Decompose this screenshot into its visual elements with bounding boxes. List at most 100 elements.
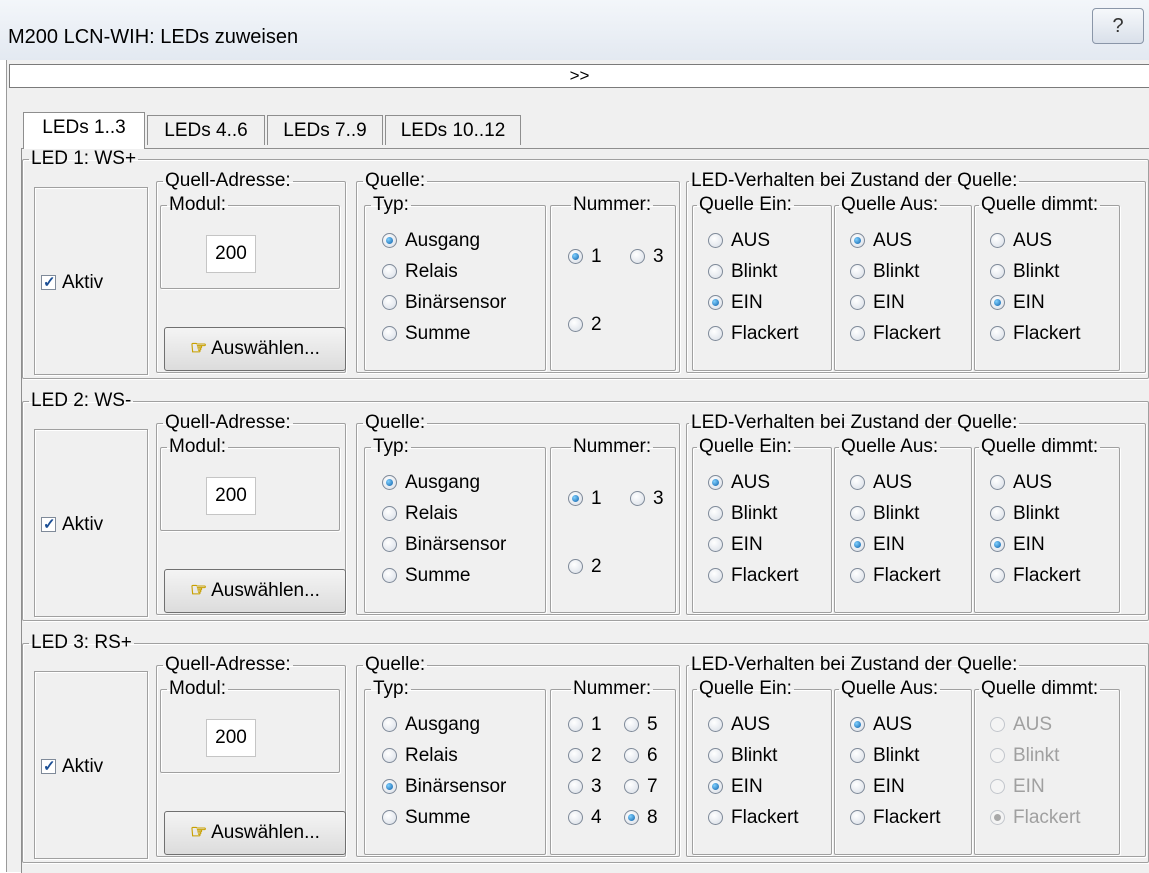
nummer-option[interactable]: 2 xyxy=(568,313,602,337)
behavior-option-label: EIN xyxy=(1013,534,1045,555)
quelle-aus-option[interactable]: AUS xyxy=(850,713,912,737)
radio-icon xyxy=(708,295,723,310)
typ-option[interactable]: Binärsensor xyxy=(382,775,506,799)
quelle-aus-option[interactable]: Flackert xyxy=(850,806,941,830)
typ-option[interactable]: Relais xyxy=(382,744,458,768)
aktiv-checkbox[interactable]: Aktiv xyxy=(41,756,103,778)
quelle-dimmt-label: Quelle dimmt: xyxy=(981,194,1099,215)
quelle-ein-option[interactable]: EIN xyxy=(708,533,763,557)
auswaehlen-button[interactable]: ☞ Auswählen... xyxy=(164,327,346,371)
quelle-dimmt-option[interactable]: AUS xyxy=(990,471,1052,495)
nummer-option[interactable]: 3 xyxy=(630,487,664,511)
behavior-option-label: EIN xyxy=(873,534,905,555)
tab-leds-7-9[interactable]: LEDs 7..9 xyxy=(267,115,383,145)
aktiv-checkbox[interactable]: Aktiv xyxy=(41,514,103,536)
typ-option[interactable]: Ausgang xyxy=(382,713,480,737)
quelle-ein-option[interactable]: EIN xyxy=(708,775,763,799)
radio-icon xyxy=(624,717,639,732)
quelle-aus-option[interactable]: EIN xyxy=(850,291,905,315)
nummer-option[interactable]: 1 xyxy=(568,487,602,511)
quelle-ein-option[interactable]: Blinkt xyxy=(708,744,777,768)
quelle-aus-option[interactable]: Blinkt xyxy=(850,260,919,284)
typ-option-label: Ausgang xyxy=(405,230,481,251)
quelle-aus-option[interactable]: EIN xyxy=(850,533,905,557)
typ-option[interactable]: Relais xyxy=(382,260,458,284)
pointing-hand-icon: ☞ xyxy=(190,822,208,843)
behavior-option-label: Blinkt xyxy=(873,503,920,524)
radio-icon xyxy=(850,295,865,310)
quelle-aus-option[interactable]: AUS xyxy=(850,471,912,495)
auswaehlen-button[interactable]: ☞ Auswählen... xyxy=(164,811,346,855)
nummer-option[interactable]: 3 xyxy=(568,775,602,799)
quelle-ein-option[interactable]: Blinkt xyxy=(708,502,777,526)
typ-option[interactable]: Ausgang xyxy=(382,229,480,253)
quelle-aus-option[interactable]: Flackert xyxy=(850,564,941,588)
modul-input[interactable]: 200 xyxy=(206,477,256,515)
nummer-option[interactable]: 2 xyxy=(568,744,602,768)
typ-option[interactable]: Summe xyxy=(382,806,470,830)
nummer-option[interactable]: 6 xyxy=(624,744,658,768)
radio-icon xyxy=(568,249,583,264)
quelle-aus-option[interactable]: Blinkt xyxy=(850,744,919,768)
modul-input[interactable]: 200 xyxy=(206,235,256,273)
nummer-option[interactable]: 2 xyxy=(568,555,602,579)
quelle-ein-option[interactable]: AUS xyxy=(708,229,770,253)
behavior-option-label: Flackert xyxy=(731,323,799,344)
quelle-ein-option[interactable]: Flackert xyxy=(708,806,799,830)
typ-option[interactable]: Binärsensor xyxy=(382,533,506,557)
typ-option-label: Ausgang xyxy=(405,714,481,735)
nummer-option[interactable]: 3 xyxy=(630,245,664,269)
quelle-ein-option[interactable]: Flackert xyxy=(708,564,799,588)
quelle-ein-option[interactable]: EIN xyxy=(708,291,763,315)
nummer-option[interactable]: 1 xyxy=(568,245,602,269)
quelle-dimmt-option[interactable]: AUS xyxy=(990,229,1052,253)
typ-option[interactable]: Ausgang xyxy=(382,471,480,495)
quelle-aus-option[interactable]: AUS xyxy=(850,229,912,253)
radio-icon xyxy=(850,537,865,552)
quelle-dimmt-option[interactable]: EIN xyxy=(990,533,1045,557)
quelle-aus-option[interactable]: Flackert xyxy=(850,322,941,346)
behavior-option-label: EIN xyxy=(873,776,905,797)
radio-icon xyxy=(382,506,397,521)
tab-leds-4-6[interactable]: LEDs 4..6 xyxy=(147,115,265,145)
quelle-aus-option[interactable]: Blinkt xyxy=(850,502,919,526)
quelle-dimmt-option[interactable]: Blinkt xyxy=(990,260,1059,284)
quell-adresse-label: Quell-Adresse: xyxy=(165,654,291,675)
typ-label: Typ: xyxy=(373,194,409,215)
behavior-option-label: Blinkt xyxy=(731,745,778,766)
typ-option[interactable]: Relais xyxy=(382,502,458,526)
nummer-option[interactable]: 7 xyxy=(624,775,658,799)
radio-icon xyxy=(850,475,865,490)
radio-icon xyxy=(990,717,1005,732)
typ-option[interactable]: Summe xyxy=(382,322,470,346)
expand-button[interactable]: >> xyxy=(9,64,1149,88)
quelle-dimmt-option[interactable]: Blinkt xyxy=(990,502,1059,526)
tab-leds-1-3[interactable]: LEDs 1..3 xyxy=(23,112,145,149)
nummer-option[interactable]: 8 xyxy=(624,806,658,830)
nummer-option-label: 4 xyxy=(591,807,602,828)
quelle-dimmt-option[interactable]: Flackert xyxy=(990,322,1081,346)
quelle-ein-option[interactable]: Blinkt xyxy=(708,260,777,284)
radio-icon xyxy=(850,326,865,341)
radio-icon xyxy=(382,475,397,490)
quelle-dimmt-option[interactable]: Flackert xyxy=(990,564,1081,588)
nummer-option[interactable]: 4 xyxy=(568,806,602,830)
nummer-option[interactable]: 5 xyxy=(624,713,658,737)
aktiv-checkbox[interactable]: Aktiv xyxy=(41,272,103,294)
modul-input[interactable]: 200 xyxy=(206,719,256,757)
pointing-hand-icon: ☞ xyxy=(190,338,208,359)
quelle-dimmt-option[interactable]: EIN xyxy=(990,291,1045,315)
radio-icon xyxy=(708,326,723,341)
tab-leds-10-12[interactable]: LEDs 10..12 xyxy=(385,115,521,145)
quelle-dimmt-option: Flackert xyxy=(990,806,1081,830)
typ-option-label: Ausgang xyxy=(405,472,481,493)
quelle-aus-option[interactable]: EIN xyxy=(850,775,905,799)
nummer-option[interactable]: 1 xyxy=(568,713,602,737)
quelle-ein-option[interactable]: Flackert xyxy=(708,322,799,346)
quelle-ein-option[interactable]: AUS xyxy=(708,713,770,737)
typ-option[interactable]: Summe xyxy=(382,564,470,588)
typ-option[interactable]: Binärsensor xyxy=(382,291,506,315)
help-button[interactable]: ? xyxy=(1092,8,1144,44)
quelle-ein-option[interactable]: AUS xyxy=(708,471,770,495)
auswaehlen-button[interactable]: ☞ Auswählen... xyxy=(164,569,346,613)
